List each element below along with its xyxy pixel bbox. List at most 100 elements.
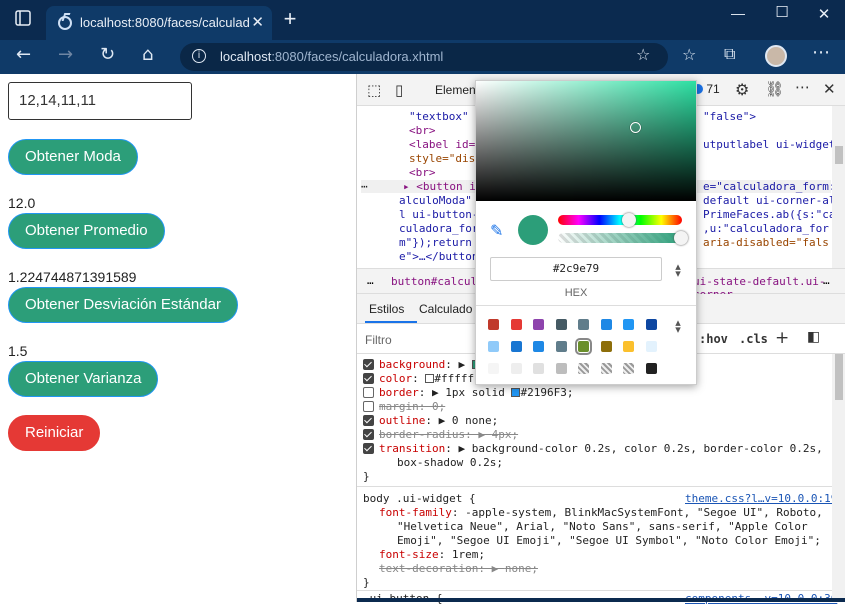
breadcrumb-ellipsis[interactable]: … [367, 274, 374, 287]
style-prop-row[interactable]: border: ▶ 1px solid #2196F3; [379, 386, 573, 399]
alpha-slider[interactable] [558, 231, 688, 245]
palette-swatch[interactable] [600, 363, 612, 374]
browser-tab[interactable]: localhost:8080/faces/calculadora.x ✕ [46, 6, 272, 40]
hov-button[interactable]: :hov [699, 332, 728, 346]
palette-swatch[interactable] [488, 363, 499, 374]
cls-button[interactable]: .cls [739, 332, 768, 346]
style-prop-row[interactable]: margin: 0; [379, 400, 445, 413]
hue-slider[interactable] [558, 213, 682, 227]
window-close-button[interactable]: ✕ [812, 5, 836, 23]
style-prop-row[interactable]: background: ▶ [379, 358, 481, 371]
maximize-button[interactable]: ☐ [770, 3, 794, 21]
dom-line[interactable]: "textbox" [409, 110, 469, 123]
dom-line[interactable]: <br> [409, 166, 436, 179]
filter-input[interactable]: Filtro [365, 333, 392, 347]
favorites-icon[interactable]: ☆ [682, 45, 696, 64]
dom-scroll-thumb[interactable] [835, 146, 843, 164]
hex-input[interactable]: #2c9e79 [490, 257, 662, 281]
palette-swatch[interactable] [533, 341, 544, 352]
style-prop-row[interactable]: font-size: 1rem; [379, 548, 485, 561]
dom-line[interactable]: ▸ <button id [403, 180, 482, 193]
prop-checkbox[interactable] [363, 387, 374, 398]
dom-line[interactable]: aria-disabled="fals [703, 236, 829, 249]
dom-line[interactable]: style="disp [409, 152, 482, 165]
style-prop-row[interactable]: outline: ▶ 0 none; [379, 414, 498, 427]
more-menu-icon[interactable]: ⋯ [812, 42, 830, 63]
prop-checkbox[interactable] [363, 359, 374, 370]
palette-swatch[interactable] [645, 319, 657, 330]
dom-line[interactable]: default ui-corner-al [703, 194, 835, 207]
tab-elements[interactable]: Element [435, 83, 479, 97]
dom-line[interactable]: alculoModa" [399, 194, 472, 207]
tab-styles[interactable]: Estilos [369, 302, 404, 316]
dom-line[interactable]: ,u:"calculadora_for [703, 222, 829, 235]
palette-swatch[interactable] [578, 319, 589, 330]
prop-checkbox[interactable] [363, 373, 374, 384]
device-toggle-icon[interactable]: ▯ [395, 81, 403, 99]
palette-swatch[interactable] [510, 341, 522, 352]
palette-swatch[interactable] [623, 341, 634, 352]
palette-swatch[interactable] [488, 341, 499, 352]
styles-scroll-thumb[interactable] [835, 354, 843, 400]
obtener-promedio-button[interactable]: Obtener Promedio [8, 213, 165, 249]
prop-checkbox[interactable] [363, 443, 374, 454]
toggle-sidebar-icon[interactable]: ◧ [807, 329, 820, 345]
dom-line[interactable]: e="calculadora_form:C [703, 180, 842, 193]
dom-line[interactable]: <label id= [409, 138, 475, 151]
prop-checkbox[interactable] [363, 429, 374, 440]
palette-swatch[interactable] [600, 319, 612, 330]
tab-close-icon[interactable]: ✕ [251, 13, 264, 31]
breadcrumb-scroll-icon[interactable]: … [823, 274, 830, 287]
saturation-area[interactable] [476, 81, 696, 201]
back-icon[interactable]: ← [16, 44, 31, 65]
dom-line[interactable]: l ui-button- [399, 208, 478, 221]
palette-swatch[interactable] [488, 319, 499, 330]
site-info-icon[interactable]: i [192, 49, 206, 63]
dom-line[interactable]: <br> [409, 124, 436, 137]
dom-line[interactable]: e">…</button [399, 250, 478, 263]
palette-swatch[interactable] [623, 319, 634, 330]
collections-icon[interactable]: ⧉ [724, 44, 735, 64]
new-rule-icon[interactable]: + [775, 328, 789, 348]
palette-swatch[interactable] [575, 338, 592, 355]
palette-swatch[interactable] [600, 341, 612, 352]
url-text[interactable]: localhost:8080/faces/calculadora.xhtml [220, 49, 443, 64]
profile-avatar[interactable] [765, 45, 787, 67]
reload-icon[interactable]: ↻ [100, 44, 115, 65]
remote-devices-icon[interactable]: ⛓ [765, 80, 784, 98]
issues-badge[interactable]: 71 [693, 82, 720, 96]
saturation-handle[interactable] [630, 122, 641, 133]
settings-gear-icon[interactable]: ⚙ [735, 80, 749, 99]
prop-checkbox[interactable] [363, 401, 374, 412]
style-prop-row[interactable]: font-family: -apple-system, BlinkMacSyst… [379, 506, 823, 519]
favorite-add-icon[interactable]: ☆ [636, 45, 650, 64]
palette-swatch[interactable] [510, 363, 522, 374]
close-devtools-icon[interactable]: ✕ [823, 80, 836, 98]
styles-scrollbar[interactable] [832, 354, 845, 602]
palette-swatch[interactable] [555, 319, 567, 330]
eyedropper-icon[interactable]: ✎ [490, 221, 503, 240]
tab-actions-icon[interactable] [14, 10, 32, 28]
dom-line[interactable]: "false"> [703, 110, 756, 123]
tab-computed[interactable]: Calculado [419, 302, 472, 316]
style-prop-row[interactable]: border-radius: ▶ 4px; [379, 428, 518, 441]
dom-line[interactable]: PrimeFaces.ab({s:"cal [703, 208, 842, 221]
prop-checkbox[interactable] [363, 415, 374, 426]
dom-scrollbar[interactable] [832, 106, 845, 268]
palette-swatch[interactable] [645, 363, 657, 374]
new-tab-button[interactable]: + [280, 6, 300, 32]
palette-swatch[interactable] [555, 341, 567, 352]
palette-toggle-icon[interactable]: ▴ ▾ [672, 317, 684, 335]
palette-swatch[interactable] [533, 319, 544, 330]
obtener-varianza-button[interactable]: Obtener Varianza [8, 361, 159, 397]
dom-line[interactable]: culadora_for [399, 222, 478, 235]
format-toggle-icon[interactable]: ▴ ▾ [672, 261, 684, 279]
minimize-button[interactable]: — [726, 5, 750, 21]
obtener-desviacion-button[interactable]: Obtener Desviación Estándar [8, 287, 238, 323]
rule-source-link[interactable]: theme.css?l…v=10.0.0:19 [685, 492, 837, 505]
palette-swatch[interactable] [555, 363, 567, 374]
palette-swatch[interactable] [645, 341, 657, 352]
palette-swatch[interactable] [533, 363, 544, 374]
obtener-moda-button[interactable]: Obtener Moda [8, 139, 138, 175]
hue-knob[interactable] [622, 213, 636, 227]
